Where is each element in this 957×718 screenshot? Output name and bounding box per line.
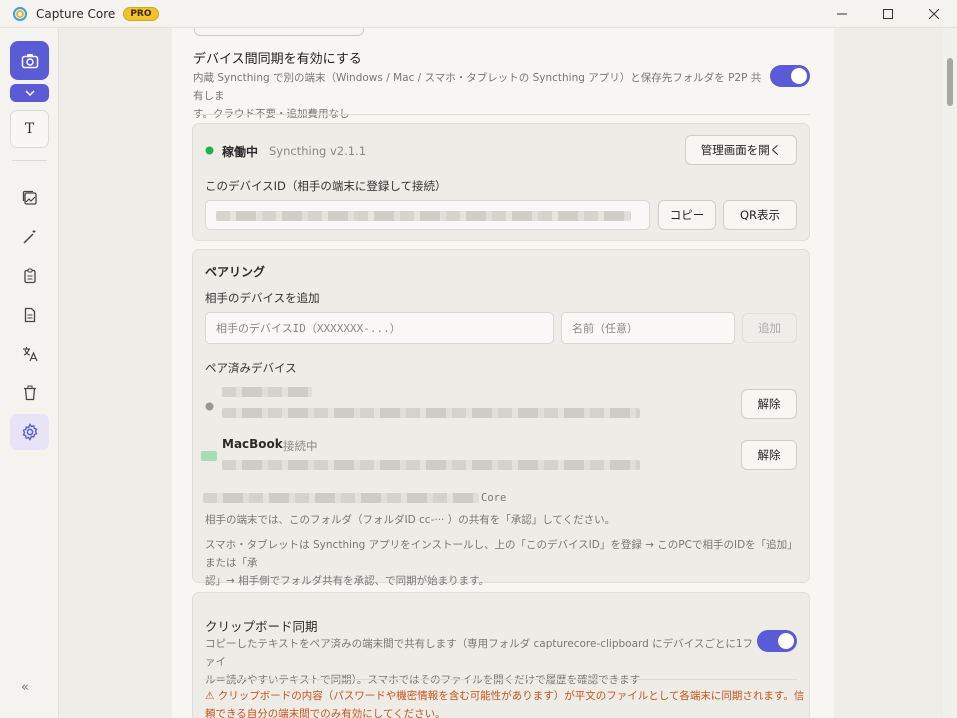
pairing-note-approve: 相手の端末では、このフォルダ（フォルダID cc-··· ）の共有を「承認」して… (205, 514, 616, 526)
close-button[interactable] (911, 0, 957, 28)
sidebar: T « (0, 28, 59, 718)
magic-pen-icon (22, 230, 35, 244)
add-device-button[interactable]: 追加 (742, 313, 797, 343)
add-device-label: 相手のデバイスを追加 (205, 291, 320, 305)
unpair-button[interactable]: 解除 (741, 440, 797, 470)
clipboard-warning-line2: 頼できる自分の端末間でのみ有効にしてください。 (205, 708, 446, 718)
peer-device-id-input[interactable]: 相手のデバイスID（XXXXXXX-...） (205, 312, 554, 344)
unpair-button[interactable]: 解除 (741, 389, 797, 419)
capture-button[interactable] (10, 41, 49, 80)
peer-name-input[interactable]: 名前（任意） (561, 312, 735, 344)
show-qr-button[interactable]: QR表示 (723, 200, 797, 230)
copy-device-id-button[interactable]: コピー (658, 200, 716, 230)
clipboard-sync-panel: クリップボード同期 コピーしたテキストをペア済みの端末間で共有します（専用フォル… (192, 592, 810, 718)
scrollbar-thumb[interactable] (947, 58, 953, 106)
camera-icon (21, 53, 38, 68)
paired-device-status: 接続中 (283, 439, 318, 453)
title-bar: Capture Core PRO (0, 0, 957, 28)
device-id-redacted (216, 211, 631, 221)
capture-mode-dropdown[interactable] (10, 84, 49, 102)
folder-path-suffix: Core (481, 492, 507, 504)
trash-icon (23, 385, 36, 401)
clipboard-warning-line1: ⚠ クリップボードの内容（パスワードや機密情報を含む可能性があります）が平文のフ… (205, 690, 805, 702)
device-name-redacted (222, 387, 312, 397)
device-id-redacted (222, 460, 640, 470)
pairing-panel: ペアリング 相手のデバイスを追加 相手のデバイスID（XXXXXXX-...） … (192, 249, 810, 587)
gear-icon (22, 423, 37, 441)
previous-control-stub (194, 28, 364, 36)
maximize-icon (883, 9, 893, 19)
sidebar-item-gallery[interactable] (10, 180, 49, 216)
clipboard-divider (205, 679, 797, 680)
sidebar-item-trash[interactable] (10, 375, 49, 411)
sidebar-divider (12, 160, 47, 161)
clipboard-icon (23, 268, 36, 284)
device-id-label: このデバイスID（相手の端末に登録して接続） (205, 179, 447, 193)
device-sync-toggle[interactable] (770, 65, 810, 87)
gallery-icon (22, 190, 37, 205)
sidebar-item-clipboard[interactable] (10, 258, 49, 294)
app-title: Capture Core (36, 6, 116, 21)
collapse-sidebar-button[interactable]: « (21, 680, 29, 695)
sidebar-item-edit[interactable] (10, 219, 49, 255)
sidebar-item-settings[interactable] (10, 414, 49, 450)
toggle-knob (791, 68, 807, 84)
section-divider (193, 114, 810, 115)
syncthing-version: Syncthing v2.1.1 (269, 144, 367, 158)
device-sync-title: デバイス間同期を有効にする (193, 52, 362, 67)
document-icon (24, 307, 35, 323)
text-tool-button[interactable]: T (10, 110, 49, 148)
folder-path-redacted (203, 493, 479, 503)
clipboard-sync-desc: コピーしたテキストをペア済みの端末間で共有します（専用フォルダ capturec… (205, 635, 760, 689)
device-id-redacted (222, 408, 640, 418)
maximize-button[interactable] (865, 0, 911, 28)
minimize-icon (837, 13, 847, 15)
pairing-note-mobile-line1: スマホ・タブレットは Syncthing アプリをインストールし、上の「このデバ… (205, 539, 798, 569)
sidebar-item-translate[interactable] (10, 336, 49, 372)
clipboard-sync-desc-line1: コピーしたテキストをペア済みの端末間で共有します（専用フォルダ capturec… (205, 638, 754, 668)
open-admin-button[interactable]: 管理画面を開く (685, 135, 797, 165)
status-dot-icon (205, 146, 214, 155)
main-area: デバイス間同期を有効にする 内蔵 Syncthing で別の端末（Windows… (60, 28, 943, 718)
close-icon (929, 9, 939, 19)
device-status-dot-icon (205, 402, 214, 411)
translate-icon (22, 347, 38, 362)
pro-badge: PRO (123, 6, 159, 21)
paired-devices-label: ペア済みデバイス (205, 361, 297, 375)
clipboard-sync-toggle[interactable] (757, 630, 797, 652)
device-status-dot-icon (201, 451, 217, 461)
status-text: 稼働中 (222, 145, 259, 159)
window-controls (819, 0, 957, 28)
settings-content: デバイス間同期を有効にする 内蔵 Syncthing で別の端末（Windows… (172, 28, 834, 718)
pairing-title: ペアリング (205, 265, 266, 279)
pairing-note-mobile-line2: 認」→ 相手側でフォルダ共有を承認、で同期が始まります。 (205, 575, 490, 587)
sidebar-item-document[interactable] (10, 297, 49, 333)
minimize-button[interactable] (819, 0, 865, 28)
toggle-knob (778, 633, 794, 649)
clipboard-warning: ⚠ クリップボードの内容（パスワードや機密情報を含む可能性があります）が平文のフ… (205, 687, 805, 718)
device-sync-desc-line1: 内蔵 Syncthing で別の端末（Windows / Mac / スマホ・タ… (193, 72, 762, 102)
chevron-down-icon (24, 90, 35, 96)
paired-device-name: MacBook (222, 437, 283, 451)
pairing-note-mobile: スマホ・タブレットは Syncthing アプリをインストールし、上の「このデバ… (205, 536, 805, 590)
app-logo-icon (13, 6, 27, 21)
clipboard-sync-title: クリップボード同期 (205, 619, 318, 634)
syncthing-status-panel: 稼働中 Syncthing v2.1.1 管理画面を開く このデバイスID（相手… (192, 123, 810, 241)
scrollbar[interactable] (943, 28, 957, 718)
device-id-field[interactable] (205, 200, 650, 230)
